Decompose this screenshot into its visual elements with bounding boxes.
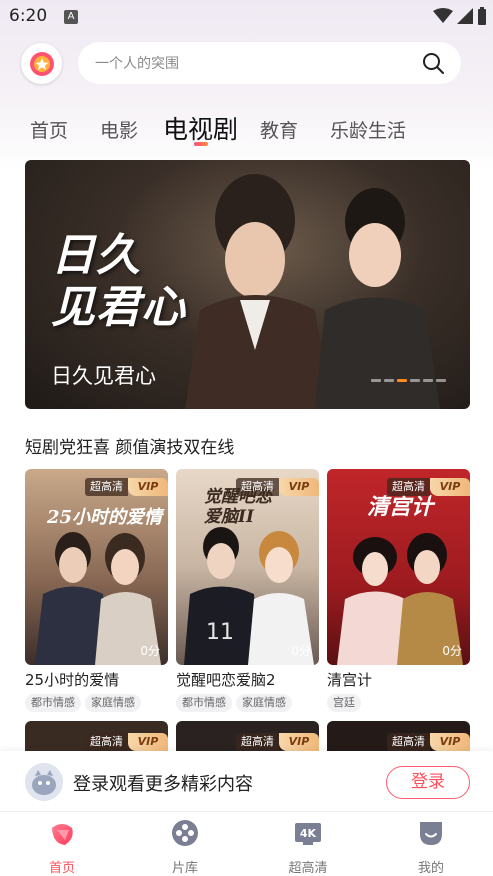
nav-home[interactable]: 首页 (22, 818, 102, 876)
hd-badge: 超高清 (236, 478, 279, 496)
bottom-navigation: 首页 片库 4K 超高清 我的 (0, 811, 493, 876)
hd-badge: 超高清 (387, 733, 430, 751)
tab-movies[interactable]: 电影 (100, 116, 138, 143)
tab-education[interactable]: 教育 (260, 116, 298, 143)
tab-tv-series[interactable]: 电视剧 (163, 110, 238, 146)
profile-icon (420, 822, 442, 845)
nav-profile[interactable]: 我的 (391, 818, 471, 876)
tag: 家庭情感 (236, 694, 292, 712)
show-poster: 25小时的爱情 超高清 VIP 0分 (25, 469, 168, 665)
score: 0分 (291, 644, 311, 658)
show-poster: 11 觉醒吧恋爱脑II 超高清 VIP 0分 (176, 469, 319, 665)
tag: 家庭情感 (85, 694, 141, 712)
show-card[interactable]: 25小时的爱情 超高清 VIP 0分 25小时的爱情 都市情感 家庭情感 (25, 469, 168, 712)
wifi-icon (433, 8, 453, 23)
hd-badge: 超高清 (236, 733, 279, 751)
avatar (25, 763, 63, 801)
4k-icon: 4K (295, 823, 321, 845)
search-input[interactable]: 一个人的突围 (78, 42, 461, 84)
nav-label: 首页 (48, 861, 75, 876)
tab-senior-life[interactable]: 乐龄生活 (330, 116, 406, 143)
poster-title-art: 25小时的爱情 (47, 507, 163, 528)
show-card[interactable]: 清宫计 超高清 VIP 0分 清宫计 宫廷 (327, 469, 470, 712)
show-title: 25小时的爱情 (25, 671, 120, 689)
pagination-dot (436, 379, 446, 382)
vip-badge: VIP (279, 478, 319, 496)
search-placeholder: 一个人的突围 (95, 56, 179, 72)
pagination-dot (410, 379, 420, 382)
notification-icon: A (64, 10, 78, 24)
pagination-dot (384, 379, 394, 382)
show-poster: 清宫计 超高清 VIP 0分 (327, 469, 470, 665)
vip-badge: VIP (128, 733, 168, 751)
banner-title-line1: 日久 (51, 230, 141, 281)
category-tabs: 首页 电影 电视剧 教育 乐龄生活 (0, 110, 493, 150)
vip-badge: VIP (430, 733, 470, 751)
tag-list: 都市情感 家庭情感 (176, 694, 319, 712)
vip-badge: VIP (128, 478, 168, 496)
search-icon[interactable] (421, 51, 445, 75)
poster-art (35, 532, 161, 665)
login-prompt-bar: 登录观看更多精彩内容 登录 (0, 751, 493, 811)
status-icons (433, 7, 487, 25)
app-logo[interactable] (21, 43, 62, 84)
login-button[interactable]: 登录 (386, 766, 470, 799)
app-logo-icon (29, 51, 54, 76)
tag: 都市情感 (176, 694, 232, 712)
avatar-icon (25, 763, 63, 801)
status-bar: 6:20 A (0, 0, 493, 34)
status-time: 6:20 (9, 6, 48, 26)
signal-icon (457, 8, 473, 24)
show-title: 觉醒吧恋爱脑2 (176, 671, 276, 689)
nav-label: 超高清 (288, 861, 328, 876)
show-card[interactable]: 超高清 VIP (176, 721, 319, 751)
banner-title-art: 日久 见君心 (51, 230, 186, 334)
tag-list: 都市情感 家庭情感 (25, 694, 168, 712)
show-title: 清宫计 (327, 671, 373, 689)
pagination-dot (423, 379, 433, 382)
library-icon (172, 820, 198, 846)
tag: 宫廷 (327, 694, 361, 712)
show-card[interactable]: 超高清 VIP (327, 721, 470, 751)
score: 0分 (140, 644, 160, 658)
tab-indicator (194, 142, 208, 146)
show-card[interactable]: 11 觉醒吧恋爱脑II 超高清 VIP 0分 觉醒吧恋爱脑2 都市情感 家庭情感 (176, 469, 319, 712)
nav-label: 片库 (171, 861, 198, 876)
hd-badge: 超高清 (387, 478, 430, 496)
hd-badge: 超高清 (85, 733, 128, 751)
banner-title-line2: 见君心 (51, 282, 186, 333)
home-icon (52, 824, 73, 845)
svg-text:11: 11 (206, 620, 234, 645)
featured-banner[interactable]: 日久 见君心 日久见君心 (25, 160, 470, 409)
pagination-dot (371, 379, 381, 382)
vip-badge: VIP (430, 478, 470, 496)
nav-library[interactable]: 片库 (145, 818, 225, 876)
pagination-dot (397, 379, 407, 382)
battery-icon (478, 7, 486, 25)
tab-home[interactable]: 首页 (30, 116, 68, 143)
score: 0分 (442, 644, 462, 658)
tag-list: 宫廷 (327, 694, 470, 712)
show-card[interactable]: 超高清 VIP (25, 721, 168, 751)
section-title: 短剧党狂喜 颜值演技双在线 (25, 438, 235, 458)
vip-badge: VIP (279, 733, 319, 751)
hd-badge: 超高清 (85, 478, 128, 496)
banner-caption: 日久见君心 (51, 364, 156, 388)
login-prompt-text: 登录观看更多精彩内容 (73, 774, 253, 795)
nav-label: 我的 (417, 861, 444, 876)
tag: 都市情感 (25, 694, 81, 712)
banner-pagination (371, 379, 446, 382)
nav-ultra-hd[interactable]: 4K 超高清 (268, 818, 348, 876)
svg-text:4K: 4K (300, 827, 317, 840)
